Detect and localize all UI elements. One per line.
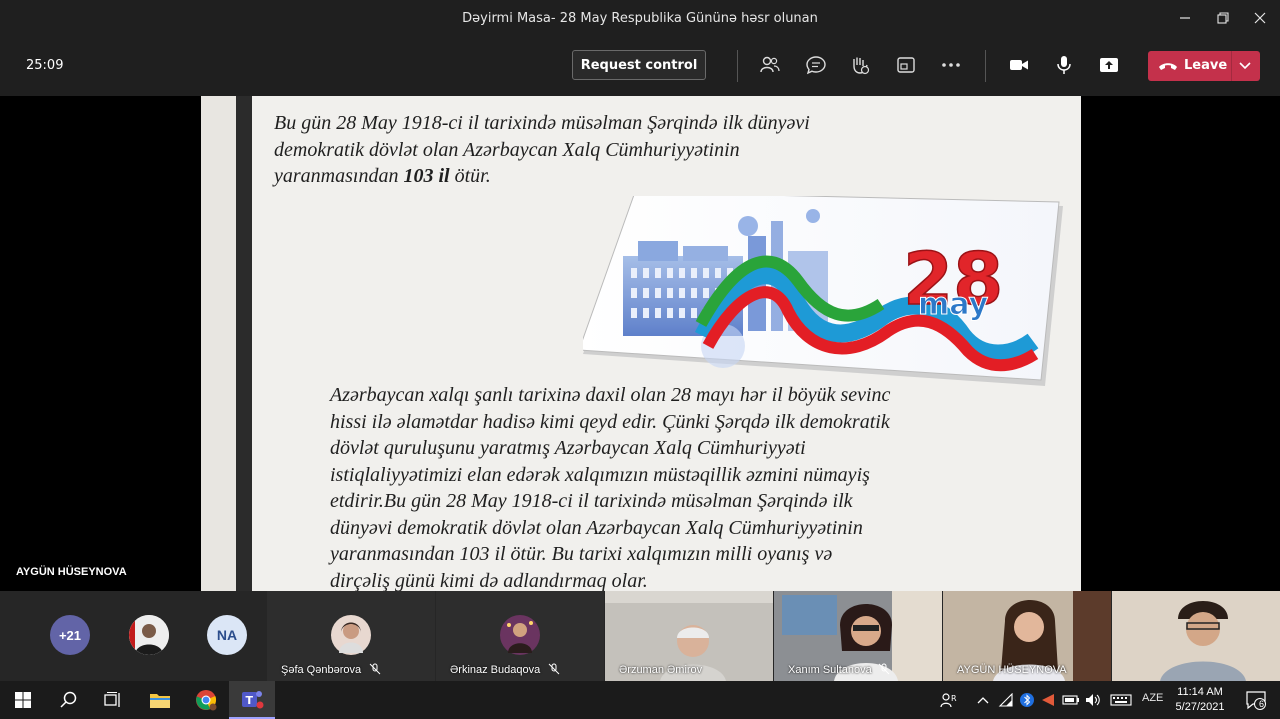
slide-intro-line: yaranmasından 103 il ötür.: [274, 165, 491, 187]
chevron-down-icon[interactable]: [1238, 61, 1252, 71]
overflow-participants-button[interactable]: +21: [50, 615, 90, 655]
slide-body-line: hissi ilə əlamətdar hadisə kimi qeyd edi…: [330, 410, 890, 433]
warning-icon[interactable]: [1038, 681, 1058, 719]
chrome-icon[interactable]: [183, 681, 229, 719]
participant-gallery: +21 NA Şəfa Qənbərova Ərkinaz Budaqova Ə…: [0, 591, 1280, 681]
meeting-toolbar: 25:09 Request control Leave: [0, 36, 1280, 96]
system-clock[interactable]: 11:14 AM 5/27/2021: [1168, 685, 1232, 715]
microphone-icon[interactable]: [1051, 52, 1077, 78]
request-control-button[interactable]: Request control: [572, 50, 706, 80]
avatar[interactable]: [129, 615, 169, 655]
slide-body-text: Azərbaycan xalqı şanlı tarixinə daxil ol…: [330, 382, 970, 591]
window-titlebar: Dəyirmi Masa- 28 May Respublika Gününə h…: [0, 0, 1280, 36]
leave-button[interactable]: Leave: [1148, 51, 1260, 81]
participant-name: Xanım Sultanova: [788, 664, 872, 676]
rooms-icon[interactable]: [893, 52, 919, 78]
slide-body-line: dirçəliş günü kimi də adlandırmaq olar.: [330, 569, 648, 592]
wifi-icon[interactable]: [995, 681, 1017, 719]
participant-name: AYGÜN HÜSEYNOVA: [957, 664, 1067, 676]
participant-name: Ərkinaz Budaqova: [450, 664, 541, 676]
slide-accent-bar: [236, 96, 252, 591]
toolbar-divider: [737, 50, 738, 82]
leave-divider: [1231, 51, 1232, 81]
chevron-up-icon[interactable]: [972, 681, 994, 719]
notifications-icon[interactable]: 6: [1234, 681, 1278, 719]
presenter-name: AYGÜN HÜSEYNOVA: [16, 566, 127, 578]
slide-body-line: dövlət quruluşunu yaratmış Azərbaycan Xa…: [330, 437, 806, 459]
participant-tile[interactable]: Ərkinaz Budaqova: [436, 591, 604, 681]
participant-name: Şəfa Qənbərova: [281, 664, 362, 676]
slide-body-line: etdirir.Bu gün 28 May 1918-ci il tarixin…: [330, 490, 853, 512]
raise-hand-icon[interactable]: [847, 52, 873, 78]
share-screen-icon[interactable]: [1096, 52, 1122, 78]
input-language[interactable]: AZE: [1142, 692, 1163, 704]
shared-content-stage: Bu gün 28 May 1918-ci il tarixində müsəl…: [0, 96, 1280, 591]
slide-body-line: yaranmasından 103 il ötür. Bu tarixi xal…: [330, 543, 833, 565]
participant-video-tile[interactable]: Ərzuman Əmirov: [605, 591, 773, 681]
keyboard-icon[interactable]: [1106, 681, 1136, 719]
slide-intro-line: Bu gün 28 May 1918-ci il tarixində müsəl…: [274, 112, 810, 134]
leave-label: Leave: [1184, 58, 1228, 73]
slide-intro-line: demokratik dövlət olan Azərbaycan Xalq C…: [274, 138, 740, 161]
slide-margin: [201, 96, 236, 591]
camera-icon[interactable]: [1006, 52, 1032, 78]
notification-count: 6: [1259, 699, 1265, 709]
participant-video: [1112, 591, 1280, 681]
participant-tile[interactable]: Şəfa Qənbərova: [267, 591, 435, 681]
clock-time: 11:14 AM: [1177, 686, 1223, 698]
task-view-icon[interactable]: [90, 681, 136, 719]
participant-video-tile[interactable]: AYGÜN HÜSEYNOVA: [943, 591, 1111, 681]
people-icon[interactable]: R: [927, 681, 971, 719]
windows-start-icon[interactable]: [0, 681, 46, 719]
toolbar-divider: [985, 50, 986, 82]
minimize-icon[interactable]: [1172, 6, 1198, 30]
may-28-banner-image: 28 may: [583, 196, 1063, 386]
avatar: [500, 615, 540, 655]
maximize-icon[interactable]: [1210, 6, 1236, 30]
initials-avatar[interactable]: NA: [207, 615, 247, 655]
meeting-timer: 25:09: [26, 58, 64, 73]
participant-video-tile[interactable]: [1112, 591, 1280, 681]
slide-body-line: dünyəvi demokratik dövlət olan Azərbayca…: [330, 516, 863, 539]
chat-icon[interactable]: [803, 52, 829, 78]
file-explorer-icon[interactable]: [137, 681, 183, 719]
slide-body-line: Azərbaycan xalqı şanlı tarixinə daxil ol…: [330, 384, 891, 406]
participants-icon[interactable]: [757, 52, 783, 78]
more-actions-icon[interactable]: [938, 52, 964, 78]
years-highlight: 103 il: [403, 165, 450, 187]
search-icon[interactable]: [46, 681, 92, 719]
mic-off-icon: [548, 663, 560, 675]
banner-word: may: [918, 287, 989, 322]
svg-text:R: R: [951, 694, 957, 703]
portrait-photo: [129, 615, 169, 655]
bluetooth-icon[interactable]: [1017, 681, 1037, 719]
slide-body-line: istiqlaliyyətimizi elan edərək xalqımızı…: [330, 463, 870, 486]
windows-taskbar: T R AZE 11:14 AM 5/27/2021 6: [0, 681, 1280, 719]
shared-slide: Bu gün 28 May 1918-ci il tarixində müsəl…: [201, 96, 1081, 591]
participant-video-tile[interactable]: Xanım Sultanova: [774, 591, 942, 681]
hang-up-icon: [1159, 63, 1177, 70]
svg-text:T: T: [246, 694, 254, 707]
teams-icon[interactable]: T: [229, 681, 275, 719]
battery-icon[interactable]: [1060, 681, 1082, 719]
mic-off-icon: [878, 663, 890, 675]
slide-intro-text: Bu gün 28 May 1918-ci il tarixində müsəl…: [274, 110, 914, 190]
volume-icon[interactable]: [1083, 681, 1105, 719]
clock-date: 5/27/2021: [1175, 701, 1225, 713]
close-icon[interactable]: [1247, 6, 1273, 30]
participant-name: Ərzuman Əmirov: [619, 664, 703, 676]
avatar: [331, 615, 371, 655]
window-title: Dəyirmi Masa- 28 May Respublika Gününə h…: [462, 11, 818, 26]
mic-off-icon: [369, 663, 381, 675]
